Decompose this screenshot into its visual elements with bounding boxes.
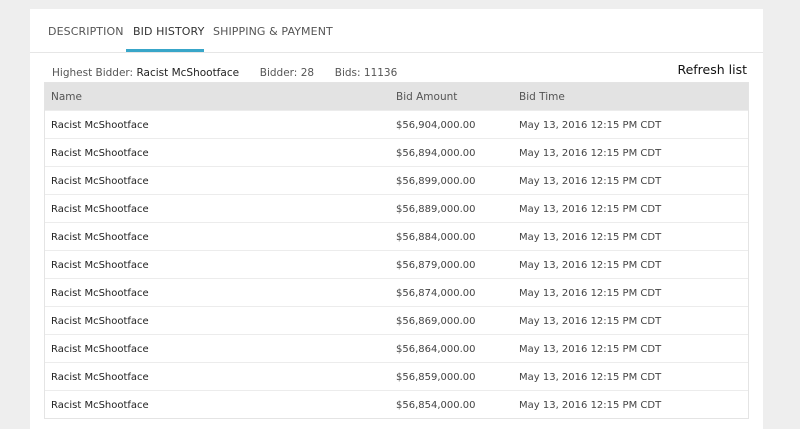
table-row: Racist McShootface $56,904,000.00 May 13, … bbox=[45, 110, 748, 138]
bid-time-cell: May 13, 2016 12:15 PM CDT bbox=[519, 260, 662, 271]
bid-amount-cell: $56,904,000.00 bbox=[396, 120, 476, 131]
refresh-list-link[interactable]: Refresh list bbox=[677, 62, 747, 77]
table-row: Racist McShootface $56,874,000.00 May 13, … bbox=[45, 278, 748, 306]
bidder-name-cell: Racist McShootface bbox=[51, 120, 149, 131]
bidder-name-cell: Racist McShootface bbox=[51, 204, 149, 215]
tab-bar: DESCRIPTION BID HISTORY SHIPPING & PAYME… bbox=[30, 9, 763, 53]
tab-bid-history[interactable]: BID HISTORY bbox=[133, 25, 204, 38]
highest-bidder-label: Highest Bidder: bbox=[52, 67, 134, 79]
column-header-bid-time[interactable]: Bid Time bbox=[519, 91, 565, 103]
bid-time-cell: May 13, 2016 12:15 PM CDT bbox=[519, 288, 662, 299]
bid-time-cell: May 13, 2016 12:15 PM CDT bbox=[519, 176, 662, 187]
bid-amount-cell: $56,864,000.00 bbox=[396, 344, 476, 355]
bidder-name-cell: Racist McShootface bbox=[51, 400, 149, 411]
bid-time-cell: May 13, 2016 12:15 PM CDT bbox=[519, 232, 662, 243]
highest-bidder-value: Racist McShootface bbox=[136, 67, 240, 79]
bid-amount-cell: $56,899,000.00 bbox=[396, 176, 476, 187]
table-row: Racist McShootface $56,869,000.00 May 13, … bbox=[45, 306, 748, 334]
bid-summary: Highest Bidder: Racist McShootface Bidde… bbox=[52, 67, 397, 79]
bid-amount-cell: $56,884,000.00 bbox=[396, 232, 476, 243]
bidder-name-cell: Racist McShootface bbox=[51, 288, 149, 299]
bids-count: 11136 bbox=[363, 67, 398, 79]
bids-label: Bids: bbox=[334, 67, 361, 79]
bid-time-cell: May 13, 2016 12:15 PM CDT bbox=[519, 344, 662, 355]
bid-history-table: Name Bid Amount Bid Time Racist McShootf… bbox=[44, 82, 749, 419]
active-tab-indicator bbox=[126, 49, 204, 52]
bid-time-cell: May 13, 2016 12:15 PM CDT bbox=[519, 400, 662, 411]
table-row: Racist McShootface $56,879,000.00 May 13, … bbox=[45, 250, 748, 278]
bidder-count: 28 bbox=[300, 67, 315, 79]
bid-time-cell: May 13, 2016 12:15 PM CDT bbox=[519, 316, 662, 327]
table-row: Racist McShootface $56,894,000.00 May 13, … bbox=[45, 138, 748, 166]
bidder-name-cell: Racist McShootface bbox=[51, 148, 149, 159]
bid-amount-cell: $56,869,000.00 bbox=[396, 316, 476, 327]
bid-amount-cell: $56,879,000.00 bbox=[396, 260, 476, 271]
table-row: Racist McShootface $56,884,000.00 May 13, … bbox=[45, 222, 748, 250]
bid-history-panel: DESCRIPTION BID HISTORY SHIPPING & PAYME… bbox=[30, 9, 763, 429]
table-row: Racist McShootface $56,899,000.00 May 13, … bbox=[45, 166, 748, 194]
bid-amount-cell: $56,859,000.00 bbox=[396, 372, 476, 383]
bid-amount-cell: $56,889,000.00 bbox=[396, 204, 476, 215]
table-body: Racist McShootface $56,904,000.00 May 13, … bbox=[45, 110, 748, 418]
table-row: Racist McShootface $56,854,000.00 May 13, … bbox=[45, 390, 748, 418]
bidder-name-cell: Racist McShootface bbox=[51, 176, 149, 187]
bidder-label: Bidder: bbox=[259, 67, 298, 79]
bid-amount-cell: $56,854,000.00 bbox=[396, 400, 476, 411]
column-header-bid-amount[interactable]: Bid Amount bbox=[396, 91, 457, 103]
column-header-name[interactable]: Name bbox=[51, 91, 82, 103]
bidder-name-cell: Racist McShootface bbox=[51, 372, 149, 383]
bid-time-cell: May 13, 2016 12:15 PM CDT bbox=[519, 148, 662, 159]
bidder-name-cell: Racist McShootface bbox=[51, 260, 149, 271]
tab-shipping-payment[interactable]: SHIPPING & PAYMENT bbox=[213, 25, 333, 38]
tab-description[interactable]: DESCRIPTION bbox=[48, 25, 124, 38]
table-row: Racist McShootface $56,859,000.00 May 13, … bbox=[45, 362, 748, 390]
bidder-name-cell: Racist McShootface bbox=[51, 344, 149, 355]
bid-time-cell: May 13, 2016 12:15 PM CDT bbox=[519, 120, 662, 131]
bid-time-cell: May 13, 2016 12:15 PM CDT bbox=[519, 204, 662, 215]
table-row: Racist McShootface $56,889,000.00 May 13, … bbox=[45, 194, 748, 222]
bid-amount-cell: $56,874,000.00 bbox=[396, 288, 476, 299]
bid-amount-cell: $56,894,000.00 bbox=[396, 148, 476, 159]
bidder-name-cell: Racist McShootface bbox=[51, 316, 149, 327]
bidder-name-cell: Racist McShootface bbox=[51, 232, 149, 243]
table-header: Name Bid Amount Bid Time bbox=[45, 83, 748, 110]
table-row: Racist McShootface $56,864,000.00 May 13, … bbox=[45, 334, 748, 362]
bid-time-cell: May 13, 2016 12:15 PM CDT bbox=[519, 372, 662, 383]
